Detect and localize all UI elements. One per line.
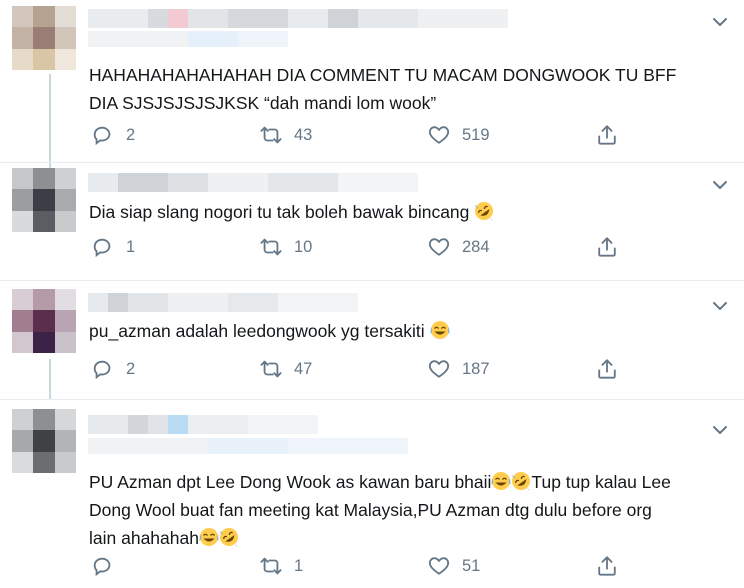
heart-icon: [428, 238, 450, 256]
chevron-down-icon[interactable]: [712, 14, 728, 30]
tweet-author-name[interactable]: [88, 293, 358, 312]
tweet-reply-context: [88, 31, 288, 47]
tears-of-joy-emoji: [198, 527, 219, 547]
retweet-count: 43: [294, 125, 313, 144]
share-icon: [598, 359, 616, 379]
reply-icon: [93, 126, 111, 145]
like-count: 51: [462, 556, 481, 575]
like-button[interactable]: 519: [428, 122, 490, 148]
avatar[interactable]: [12, 289, 76, 353]
tweet-text-line-1: PU Azman dpt Lee Dong Wook as kawan baru…: [89, 468, 709, 496]
tweet-text-content: pu_azman adalah leedongwook yg tersakiti: [89, 321, 425, 341]
share-button[interactable]: [596, 234, 618, 260]
tweet-actions: 1 10 284: [92, 234, 632, 260]
avatar[interactable]: [12, 6, 76, 70]
tweet-text: Dia siap slang nogori tu tak boleh bawak…: [89, 198, 709, 226]
tweet-text-segment: PU Azman dpt Lee Dong Wook as kawan baru…: [89, 472, 492, 492]
retweet-button[interactable]: 47: [260, 356, 312, 382]
tweet-1[interactable]: HAHAHAHAHAHAHAH DIA COMMENT TU MACAM DON…: [0, 0, 744, 170]
rolling-on-floor-laughing-emoji: [511, 471, 532, 491]
tweet-text: PU Azman dpt Lee Dong Wook as kawan baru…: [89, 468, 709, 552]
reply-button[interactable]: 1: [92, 234, 135, 260]
tweet-text-line-3: lain ahahahah: [89, 524, 709, 552]
tweet-3[interactable]: pu_azman adalah leedongwook yg tersakiti…: [0, 281, 744, 399]
share-button[interactable]: [596, 356, 618, 382]
tweet-actions: 1 51: [92, 553, 632, 579]
reply-button[interactable]: 2: [92, 356, 135, 382]
rolling-on-floor-laughing-emoji: [218, 527, 239, 547]
like-count: 519: [462, 125, 490, 144]
avatar[interactable]: [12, 168, 76, 232]
tweet-text: pu_azman adalah leedongwook yg tersakiti: [89, 317, 709, 345]
share-icon: [598, 237, 616, 257]
tweet-author-name[interactable]: [88, 415, 318, 434]
thread-line: [49, 359, 51, 399]
avatar[interactable]: [12, 409, 76, 473]
reply-count: 2: [126, 125, 136, 144]
retweet-icon: [260, 360, 282, 378]
reply-button[interactable]: 2: [92, 122, 135, 148]
retweet-button[interactable]: 43: [260, 122, 312, 148]
tweet-author-name[interactable]: [88, 173, 418, 192]
tweet-text: HAHAHAHAHAHAHAH DIA COMMENT TU MACAM DON…: [89, 65, 677, 113]
tears-of-joy-emoji: [429, 320, 450, 340]
like-button[interactable]: 51: [428, 553, 480, 579]
heart-icon: [428, 360, 450, 378]
chevron-down-icon[interactable]: [712, 298, 728, 314]
chevron-down-icon[interactable]: [712, 422, 728, 438]
retweet-icon: [260, 238, 282, 256]
reply-icon: [93, 360, 111, 379]
tweet-text-content: Dia siap slang nogori tu tak boleh bawak…: [89, 202, 470, 222]
thread-line: [49, 74, 51, 170]
reply-icon: [93, 238, 111, 257]
retweet-count: 1: [294, 556, 304, 575]
tweet-text-segment: lain ahahahah: [89, 528, 199, 548]
share-button[interactable]: [596, 553, 618, 579]
share-button[interactable]: [596, 122, 618, 148]
reply-icon: [93, 557, 111, 576]
retweet-icon: [260, 557, 282, 575]
rolling-on-floor-laughing-emoji: [474, 201, 494, 221]
reply-button[interactable]: [92, 553, 126, 579]
like-count: 187: [462, 359, 490, 378]
tweet-2[interactable]: Dia siap slang nogori tu tak boleh bawak…: [0, 163, 744, 280]
reply-count: 2: [126, 359, 136, 378]
retweet-count: 10: [294, 237, 313, 256]
tweet-actions: 2 47 187: [92, 356, 632, 382]
retweet-icon: [260, 126, 282, 144]
share-icon: [598, 556, 616, 576]
tears-of-joy-emoji: [491, 471, 512, 491]
tweet-actions: 2 43 519: [92, 122, 632, 148]
tweet-author-name[interactable]: [88, 9, 508, 28]
retweet-button[interactable]: 1: [260, 553, 303, 579]
heart-icon: [428, 557, 450, 575]
like-count: 284: [462, 237, 490, 256]
tweet-4[interactable]: PU Azman dpt Lee Dong Wook as kawan baru…: [0, 400, 744, 588]
share-icon: [598, 125, 616, 145]
tweet-text-segment: Tup tup kalau Lee: [531, 472, 671, 492]
retweet-button[interactable]: 10: [260, 234, 312, 260]
reply-count: 1: [126, 237, 136, 256]
like-button[interactable]: 187: [428, 356, 490, 382]
tweet-reply-context: [88, 438, 408, 454]
like-button[interactable]: 284: [428, 234, 490, 260]
chevron-down-icon[interactable]: [712, 177, 728, 193]
heart-icon: [428, 126, 450, 144]
tweet-text-line-2: Dong Wool buat fan meeting kat Malaysia,…: [89, 500, 652, 520]
retweet-count: 47: [294, 359, 313, 378]
